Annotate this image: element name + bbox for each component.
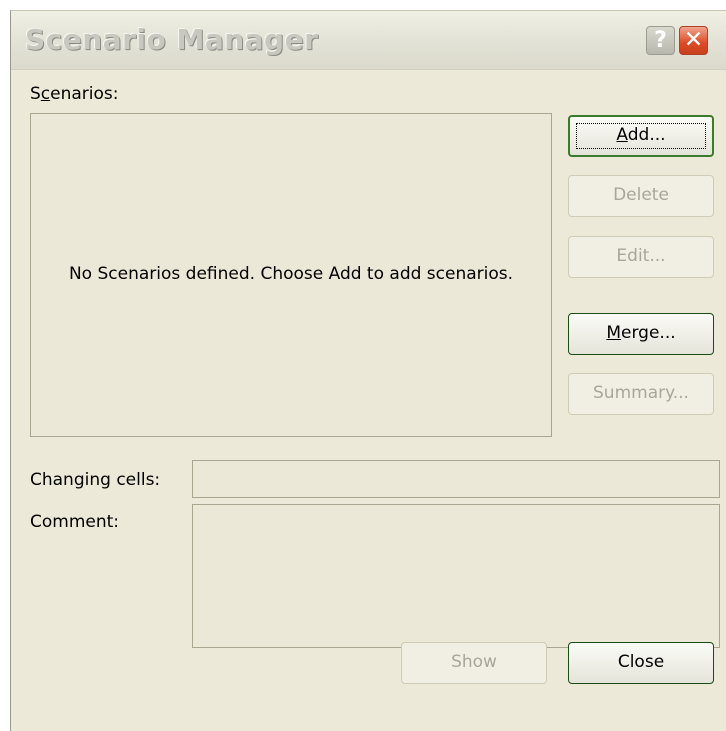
focus-rectangle	[576, 123, 706, 149]
delete-button[interactable]: Delete	[568, 175, 714, 217]
summary-button[interactable]: Summary...	[568, 373, 714, 415]
edit-button[interactable]: Edit...	[568, 236, 714, 278]
scenarios-label-prefix: S	[30, 84, 41, 104]
title-bar[interactable]: Scenario Manager ? ✕	[11, 11, 726, 70]
scenario-manager-dialog: Scenario Manager ? ✕ Scenarios: No Scena…	[10, 10, 726, 731]
summary-button-label: Summary...	[593, 383, 689, 403]
dialog-title: Scenario Manager	[25, 23, 319, 56]
delete-button-label: Delete	[613, 185, 669, 205]
merge-button-label: erge...	[621, 323, 676, 343]
scenarios-label-suffix: enarios:	[50, 84, 119, 104]
add-button[interactable]: Add...	[568, 115, 714, 157]
empty-list-message: No Scenarios defined. Choose Add to add …	[68, 264, 514, 284]
close-button[interactable]: Close	[568, 642, 714, 684]
help-icon: ?	[654, 28, 667, 53]
changing-cells-label: Changing cells:	[30, 470, 161, 490]
scenarios-label-accesskey: c	[40, 84, 51, 104]
scenarios-label: Scenarios:	[30, 84, 119, 104]
help-button[interactable]: ?	[646, 26, 675, 55]
changing-cells-field[interactable]	[192, 460, 720, 498]
close-window-button[interactable]: ✕	[679, 26, 708, 55]
scenarios-list[interactable]: No Scenarios defined. Choose Add to add …	[30, 113, 552, 437]
show-button[interactable]: Show	[401, 642, 547, 684]
merge-button[interactable]: Merge...	[568, 313, 714, 355]
show-button-label: Show	[451, 652, 497, 672]
edit-button-label: Edit...	[616, 246, 666, 266]
close-button-label: Close	[617, 652, 665, 672]
comment-label: Comment:	[30, 512, 120, 532]
close-icon: ✕	[683, 27, 704, 53]
merge-button-accesskey: M	[606, 323, 622, 343]
comment-field[interactable]	[192, 504, 720, 648]
